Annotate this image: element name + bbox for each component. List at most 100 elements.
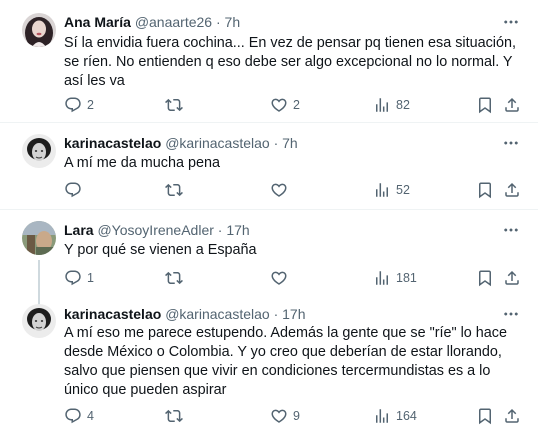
- tweet-header: karinacastelao @karinacastelao · 7h: [64, 134, 298, 152]
- separator-dot: ·: [215, 14, 221, 30]
- view-count: 52: [396, 183, 410, 197]
- action-bar: 2 2 82: [64, 96, 524, 114]
- separator-dot: ·: [273, 135, 279, 151]
- share-button[interactable]: [503, 407, 521, 425]
- share-icon: [503, 407, 521, 425]
- views-button[interactable]: 181: [373, 269, 417, 287]
- avatar[interactable]: [22, 134, 56, 168]
- timestamp[interactable]: 7h: [282, 135, 298, 151]
- share-icon: [503, 96, 521, 114]
- tweet-text: A mí me da mucha pena: [64, 155, 220, 171]
- like-button[interactable]: 2: [270, 96, 300, 114]
- author-handle[interactable]: @YosoyIreneAdler: [97, 222, 213, 238]
- author-handle[interactable]: @karinacastelao: [165, 135, 270, 151]
- retweet-icon: [165, 96, 183, 114]
- more-button[interactable]: [498, 221, 524, 239]
- reply-button[interactable]: 4: [64, 407, 94, 425]
- tweet-lara[interactable]: Lara @YosoyIreneAdler · 17h Y por qué se…: [0, 210, 538, 308]
- reply-count: 2: [87, 98, 94, 112]
- retweet-icon: [165, 181, 183, 199]
- action-bar: 1 181: [64, 269, 524, 287]
- share-icon: [503, 181, 521, 199]
- avatar[interactable]: [22, 221, 56, 255]
- more-icon: [502, 13, 520, 31]
- reply-icon: [64, 96, 82, 114]
- views-button[interactable]: 82: [373, 96, 410, 114]
- share-button[interactable]: [503, 96, 521, 114]
- more-icon: [502, 134, 520, 152]
- avatar[interactable]: [22, 13, 56, 47]
- author-name[interactable]: karinacastelao: [64, 135, 161, 151]
- author-name[interactable]: Ana María: [64, 14, 131, 30]
- like-count: 9: [293, 409, 300, 423]
- like-button[interactable]: [270, 181, 293, 199]
- bookmark-icon: [476, 407, 494, 425]
- bookmark-button[interactable]: [476, 96, 494, 114]
- more-icon: [502, 305, 520, 323]
- bookmark-icon: [476, 96, 494, 114]
- views-button[interactable]: 52: [373, 181, 410, 199]
- more-button[interactable]: [498, 134, 524, 152]
- heart-icon: [270, 407, 288, 425]
- author-handle[interactable]: @anaarte26: [135, 14, 212, 30]
- bookmark-icon: [476, 269, 494, 287]
- author-name[interactable]: Lara: [64, 222, 94, 238]
- tweet-text: Sí la envidia fuera cochina... En vez de…: [64, 35, 516, 89]
- separator-dot: ·: [217, 222, 223, 238]
- views-icon: [373, 181, 391, 199]
- avatar[interactable]: [22, 304, 56, 338]
- tweet-header: Ana María @anaarte26 · 7h: [64, 13, 240, 31]
- tweet-header: Lara @YosoyIreneAdler · 17h: [64, 221, 250, 239]
- author-name[interactable]: karinacastelao: [64, 306, 161, 322]
- retweet-button[interactable]: [165, 96, 188, 114]
- view-count: 164: [396, 409, 417, 423]
- bookmark-button[interactable]: [476, 181, 494, 199]
- tweet-ana-maria[interactable]: Ana María @anaarte26 · 7h Sí la envidia …: [0, 0, 538, 122]
- separator-dot: ·: [273, 306, 279, 322]
- reply-icon: [64, 407, 82, 425]
- share-button[interactable]: [503, 269, 521, 287]
- view-count: 82: [396, 98, 410, 112]
- share-button[interactable]: [503, 181, 521, 199]
- tweet-karinacastelao-2[interactable]: karinacastelao @karinacastelao · 17h A m…: [0, 296, 538, 428]
- tweet-text: A mí eso me parece estupendo. Además la …: [64, 325, 508, 398]
- tweet-karinacastelao-1[interactable]: karinacastelao @karinacastelao · 7h A mí…: [0, 123, 538, 209]
- reply-icon: [64, 269, 82, 287]
- retweet-button[interactable]: [165, 269, 188, 287]
- retweet-icon: [165, 407, 183, 425]
- heart-icon: [270, 96, 288, 114]
- like-count: 2: [293, 98, 300, 112]
- like-button[interactable]: [270, 269, 293, 287]
- timestamp[interactable]: 17h: [226, 222, 249, 238]
- bookmark-button[interactable]: [476, 407, 494, 425]
- more-button[interactable]: [498, 13, 524, 31]
- more-icon: [502, 221, 520, 239]
- like-button[interactable]: 9: [270, 407, 300, 425]
- views-button[interactable]: 164: [373, 407, 417, 425]
- heart-icon: [270, 181, 288, 199]
- bookmark-icon: [476, 181, 494, 199]
- tweet-text: Y por qué se vienen a España: [64, 242, 257, 258]
- views-icon: [373, 96, 391, 114]
- tweet-header: karinacastelao @karinacastelao · 17h: [64, 305, 306, 323]
- reply-button[interactable]: [64, 181, 87, 199]
- action-bar: 4 9 164: [64, 407, 524, 425]
- author-handle[interactable]: @karinacastelao: [165, 306, 270, 322]
- view-count: 181: [396, 271, 417, 285]
- reply-icon: [64, 181, 82, 199]
- timestamp[interactable]: 7h: [225, 14, 241, 30]
- bookmark-button[interactable]: [476, 269, 494, 287]
- action-bar: 52: [64, 181, 524, 199]
- views-icon: [373, 269, 391, 287]
- retweet-button[interactable]: [165, 181, 188, 199]
- retweet-icon: [165, 269, 183, 287]
- reply-button[interactable]: 1: [64, 269, 94, 287]
- reply-count: 4: [87, 409, 94, 423]
- views-icon: [373, 407, 391, 425]
- timestamp[interactable]: 17h: [282, 306, 305, 322]
- reply-button[interactable]: 2: [64, 96, 94, 114]
- retweet-button[interactable]: [165, 407, 188, 425]
- share-icon: [503, 269, 521, 287]
- heart-icon: [270, 269, 288, 287]
- more-button[interactable]: [498, 305, 524, 323]
